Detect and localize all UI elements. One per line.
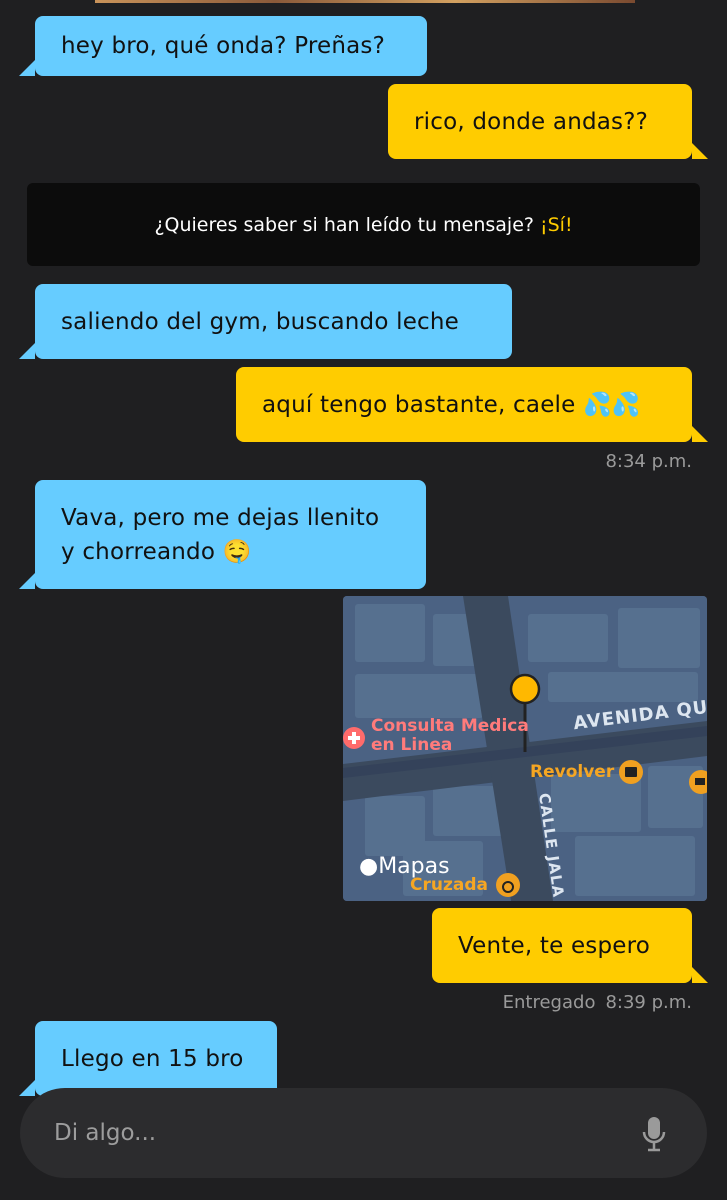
map-poi-label: Consulta Medica en Linea (371, 717, 529, 755)
message-text: aquí tengo bastante, caele 💦💦 (262, 391, 641, 418)
previous-media-edge (95, 0, 635, 3)
message-text: Llego en 15 bro (61, 1045, 244, 1072)
map-poi-label: Revolver (530, 762, 615, 782)
message-incoming[interactable]: hey bro, qué onda? Preñas? (19, 16, 427, 76)
timestamp: 8:34 p.m. (605, 451, 692, 472)
message-outgoing[interactable]: rico, donde andas?? (388, 84, 708, 159)
message-text: hey bro, qué onda? Preñas? (61, 33, 386, 59)
map-poi-line: en Linea (371, 735, 453, 755)
read-receipt-question: ¿Quieres saber si han leído tu mensaje? (154, 213, 534, 236)
maps-watermark: ●Mapas (359, 854, 450, 879)
read-receipt-cta[interactable]: ¡Sí! (540, 214, 573, 236)
delivery-status: Entregado (502, 992, 596, 1013)
message-meta: 8:34 p.m. (605, 451, 692, 472)
message-outgoing[interactable]: aquí tengo bastante, caele 💦💦 (236, 367, 708, 442)
message-text: rico, donde andas?? (414, 108, 649, 135)
timestamp: 8:39 p.m. (605, 992, 692, 1013)
composer-bar (20, 1088, 707, 1178)
message-text-line: y chorreando 🤤 (61, 538, 252, 565)
message-incoming[interactable]: saliendo del gym, buscando leche (19, 284, 512, 359)
message-outgoing[interactable]: Vente, te espero (432, 908, 708, 983)
read-receipt-promo[interactable]: ¿Quieres saber si han leído tu mensaje? … (27, 183, 700, 266)
message-input[interactable] (54, 1088, 614, 1178)
location-map-message[interactable]: Consulta Medica en Linea AVENIDA QU Revo… (343, 596, 707, 901)
message-text: Vente, te espero (458, 932, 651, 959)
message-text-line: Vava, pero me dejas llenito (61, 504, 380, 531)
apple-logo-icon: ● (359, 854, 379, 879)
message-incoming[interactable]: Vava, pero me dejas llenito y chorreando… (19, 480, 426, 589)
message-text: saliendo del gym, buscando leche (61, 308, 460, 335)
message-incoming[interactable]: Llego en 15 bro (19, 1021, 277, 1096)
map-poi-line: Consulta Medica (371, 716, 529, 736)
microphone-icon[interactable] (641, 1116, 667, 1152)
message-meta: Entregado 8:39 p.m. (503, 992, 692, 1013)
maps-watermark-text: Mapas (378, 854, 450, 879)
